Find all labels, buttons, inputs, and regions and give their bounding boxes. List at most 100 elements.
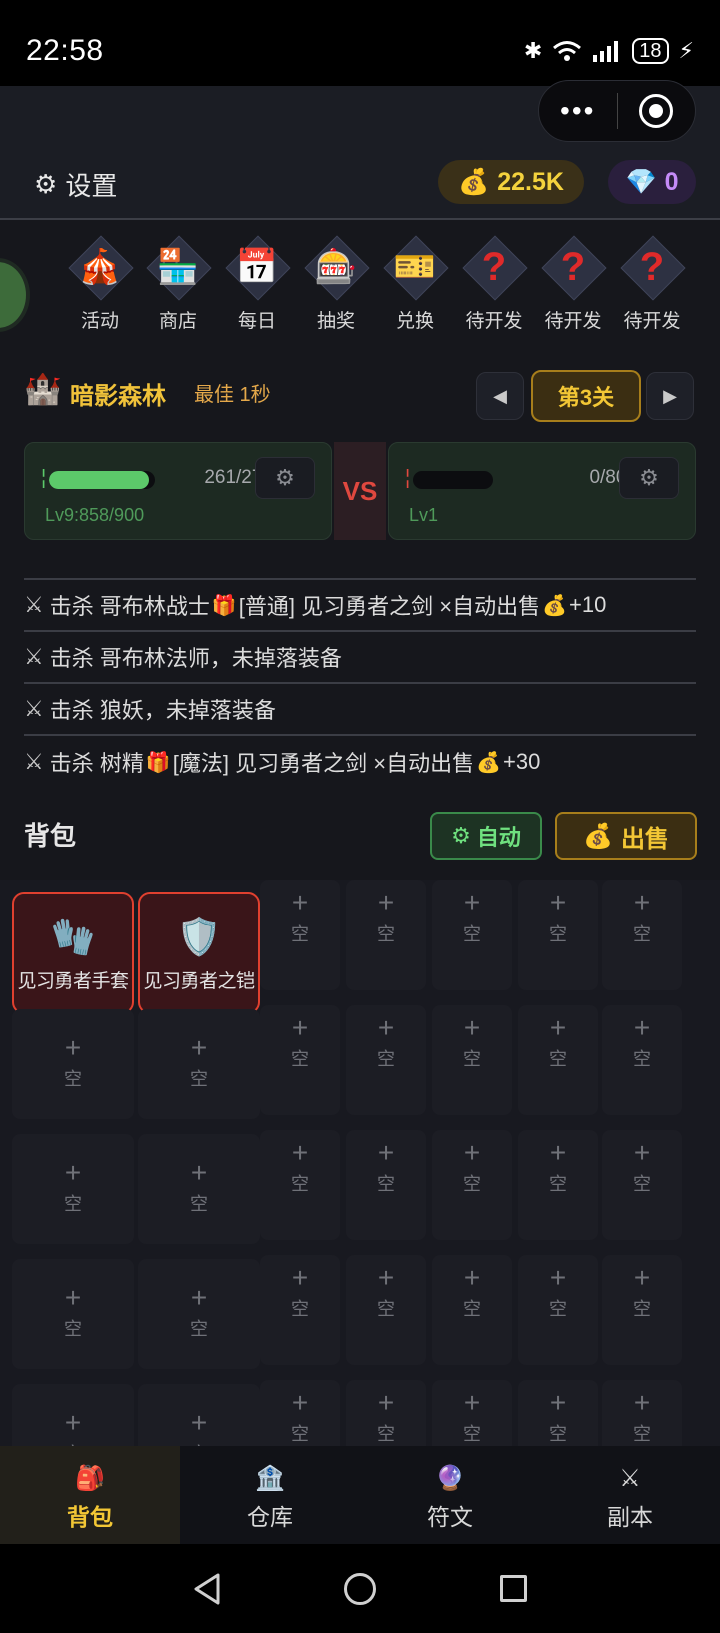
inventory-item[interactable]: 🧤 见习勇者手套 xyxy=(12,892,134,1014)
empty-label: 空 xyxy=(377,1424,395,1444)
more-icon[interactable]: ••• xyxy=(539,95,617,127)
empty-slot[interactable]: +空 xyxy=(138,1259,260,1369)
money-bag-icon: 💰 xyxy=(583,822,613,850)
current-stage-button[interactable]: 第3关 xyxy=(531,370,641,422)
empty-slot[interactable]: +空 xyxy=(260,880,340,990)
empty-slot[interactable]: +空 xyxy=(602,1380,682,1446)
plus-icon: + xyxy=(549,1137,567,1168)
empty-slot[interactable]: +空 xyxy=(12,1259,134,1369)
empty-slot[interactable]: +空 xyxy=(138,1384,260,1446)
vs-label: VS xyxy=(334,442,386,540)
menu-item-lottery[interactable]: 🎰 抽奖 xyxy=(299,236,373,333)
menu-item-daily[interactable]: 📅 每日 xyxy=(220,236,294,333)
empty-slot[interactable]: +空 xyxy=(346,880,426,990)
menu-item-todo-2[interactable]: ? 待开发 xyxy=(536,236,610,333)
menu-label: 待开发 xyxy=(544,311,602,332)
player-marker: ¦ xyxy=(41,467,47,489)
inventory-item[interactable]: 🛡️ 见习勇者之铠 xyxy=(138,892,260,1014)
gear-icon: ⚙ xyxy=(451,823,471,848)
plus-icon: + xyxy=(377,1012,395,1043)
home-icon[interactable] xyxy=(344,1573,376,1605)
tab-bag[interactable]: 🎒 背包 xyxy=(0,1446,180,1544)
plus-icon: + xyxy=(377,1137,395,1168)
empty-slot[interactable]: +空 xyxy=(432,1005,512,1115)
enemy-settings-button[interactable]: ⚙ xyxy=(619,457,679,499)
sell-button[interactable]: 💰 出售 xyxy=(555,812,697,860)
menu-item-activity[interactable]: 🎪 活动 xyxy=(63,236,137,333)
empty-slot[interactable]: +空 xyxy=(602,1130,682,1240)
empty-slot[interactable]: +空 xyxy=(138,1009,260,1119)
empty-slot[interactable]: +空 xyxy=(432,880,512,990)
empty-slot[interactable]: +空 xyxy=(12,1009,134,1119)
empty-slot[interactable]: +空 xyxy=(602,880,682,990)
empty-label: 空 xyxy=(463,1174,481,1194)
empty-slot[interactable]: +空 xyxy=(260,1005,340,1115)
store-icon: 🏪 xyxy=(156,248,200,286)
empty-slot[interactable]: +空 xyxy=(602,1005,682,1115)
battery-level: 18 xyxy=(639,39,662,62)
tab-warehouse[interactable]: 🏦 仓库 xyxy=(180,1446,360,1544)
gem-counter: 💎 0 xyxy=(608,160,696,204)
back-icon[interactable] xyxy=(192,1572,222,1606)
empty-slot[interactable]: +空 xyxy=(12,1134,134,1244)
next-stage-button[interactable]: ▶ xyxy=(646,372,694,420)
item-name: 见习勇者手套 xyxy=(17,971,129,992)
prev-stage-button[interactable]: ◀ xyxy=(476,372,524,420)
empty-slot[interactable]: +空 xyxy=(260,1255,340,1365)
signal-icon xyxy=(593,41,619,62)
menu-item-todo-3[interactable]: ? 待开发 xyxy=(615,236,689,333)
menu-item-shop[interactable]: 🏪 商店 xyxy=(141,236,215,333)
enemy-marker: ¦ xyxy=(405,467,411,489)
chat-bubble-icon[interactable] xyxy=(0,258,30,332)
empty-slot[interactable]: +空 xyxy=(346,1380,426,1446)
menu-item-redeem[interactable]: 🎫 兑换 xyxy=(378,236,452,333)
player-settings-button[interactable]: ⚙ xyxy=(255,457,315,499)
empty-slot[interactable]: +空 xyxy=(518,1380,598,1446)
empty-slot[interactable]: +空 xyxy=(518,1255,598,1365)
empty-slot[interactable]: +空 xyxy=(432,1130,512,1240)
player-card: ¦ 261/279 Lv9:858/900 ⚙ xyxy=(24,442,332,540)
tab-dungeon[interactable]: ⚔ 副本 xyxy=(540,1446,720,1544)
empty-slot[interactable]: +空 xyxy=(346,1255,426,1365)
empty-slot[interactable]: +空 xyxy=(602,1255,682,1365)
plus-icon: + xyxy=(463,1387,481,1418)
empty-slot[interactable]: +空 xyxy=(432,1380,512,1446)
plus-icon: + xyxy=(64,1032,82,1063)
battle-log: ⚔ 击杀 哥布林战士 🎁 [普通] 见习勇者之剑 ×自动出售 💰 +10 ⚔ 击… xyxy=(24,540,696,780)
empty-slot[interactable]: +空 xyxy=(12,1384,134,1446)
recents-icon[interactable] xyxy=(500,1575,527,1602)
plus-icon: + xyxy=(377,887,395,918)
empty-label: 空 xyxy=(549,924,567,944)
swords-icon: ⚔ xyxy=(24,749,44,774)
warehouse-icon: 🏦 xyxy=(255,1465,285,1492)
log-drop-text: [普通] 见习勇者之剑 ×自动出售 xyxy=(238,594,541,619)
empty-slot[interactable]: +空 xyxy=(518,1130,598,1240)
empty-slot[interactable]: +空 xyxy=(432,1255,512,1365)
empty-slot[interactable]: +空 xyxy=(518,880,598,990)
empty-label: 空 xyxy=(549,1049,567,1069)
menu-item-todo-1[interactable]: ? 待开发 xyxy=(457,236,531,333)
empty-slot[interactable]: +空 xyxy=(260,1380,340,1446)
empty-slot[interactable]: +空 xyxy=(346,1005,426,1115)
log-gold: +10 xyxy=(568,592,607,617)
empty-slot[interactable]: +空 xyxy=(260,1130,340,1240)
empty-label: 空 xyxy=(463,1299,481,1319)
empty-label: 空 xyxy=(377,1299,395,1319)
plus-icon: + xyxy=(633,1012,651,1043)
empty-slot[interactable]: +空 xyxy=(138,1134,260,1244)
close-miniapp-button[interactable] xyxy=(618,94,696,128)
tab-runes[interactable]: 🔮 符文 xyxy=(360,1446,540,1544)
settings-button[interactable]: ⚙ 设置 xyxy=(34,166,117,203)
empty-slot[interactable]: +空 xyxy=(518,1005,598,1115)
plus-icon: + xyxy=(633,1262,651,1293)
plus-icon: + xyxy=(64,1407,82,1438)
empty-label: 空 xyxy=(190,1069,208,1089)
enemy-card: ¦ 0/800 Lv1 ⚙ xyxy=(388,442,696,540)
best-time: 最佳 1秒 xyxy=(194,384,271,406)
auto-button[interactable]: ⚙ 自动 xyxy=(430,812,542,860)
crossed-swords-icon: ⚔ xyxy=(619,1465,641,1492)
empty-label: 空 xyxy=(377,924,395,944)
swords-icon: ⚔ xyxy=(24,696,44,721)
menu-label: 待开发 xyxy=(623,311,681,332)
empty-slot[interactable]: +空 xyxy=(346,1130,426,1240)
